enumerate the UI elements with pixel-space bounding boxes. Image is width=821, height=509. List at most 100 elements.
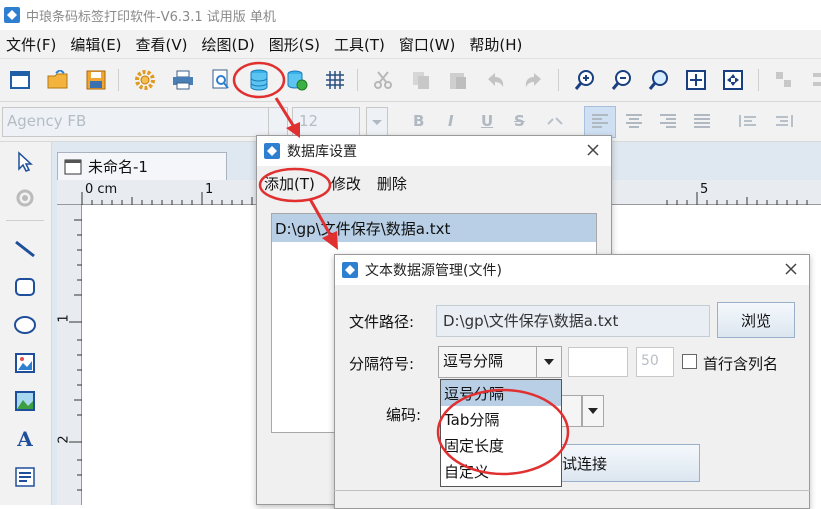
text-tool-icon[interactable]: A <box>9 423 41 455</box>
zoom-in-icon[interactable] <box>573 68 597 92</box>
file-path-field[interactable]: D:\gp\文件保存\数据a.txt <box>436 305 710 337</box>
separator-dropdown-arrow-icon[interactable] <box>536 346 562 378</box>
ellipse-tool-icon[interactable] <box>9 309 41 341</box>
strikethrough-button[interactable]: S <box>514 112 525 130</box>
line-tool-icon[interactable] <box>9 233 41 265</box>
link-icon[interactable] <box>545 112 565 130</box>
dialog-app-icon <box>264 143 280 159</box>
app-titlebar: 中琅条码标签打印软件-V6.3.1 试用版 单机 <box>0 0 821 30</box>
test-connection-button[interactable]: 测试连接 <box>540 444 700 482</box>
save-icon[interactable] <box>84 68 108 92</box>
paste-icon[interactable] <box>446 68 470 92</box>
font-size-select[interactable]: 12 <box>292 107 360 137</box>
indent-icon[interactable] <box>738 112 758 130</box>
menu-window[interactable]: 窗口(W) <box>393 34 462 55</box>
dropdown-option-tab[interactable]: Tab分隔 <box>441 406 561 432</box>
rich-text-tool-icon[interactable] <box>9 461 41 493</box>
menu-view[interactable]: 查看(V) <box>130 34 194 55</box>
add-menu-item[interactable]: 添加(T) <box>264 173 315 194</box>
app-title: 中琅条码标签打印软件-V6.3.1 试用版 单机 <box>26 9 276 25</box>
distribute-icon[interactable] <box>806 68 821 92</box>
ruler-origin-label: 0 cm <box>85 182 118 197</box>
separator-custom-input[interactable] <box>568 347 628 377</box>
open-folder-icon[interactable] <box>46 68 70 92</box>
redo-icon[interactable] <box>521 68 545 92</box>
settings-gear-icon[interactable] <box>133 68 157 92</box>
drawing-toolbar: A <box>0 142 52 505</box>
dropdown-option-comma[interactable]: 逗号分隔 <box>441 380 561 406</box>
select-arrow-icon[interactable] <box>9 146 41 178</box>
main-toolbar <box>0 58 821 102</box>
close-icon[interactable] <box>783 261 799 277</box>
italic-button[interactable]: I <box>448 112 454 130</box>
cut-icon[interactable] <box>371 68 395 92</box>
dropdown-option-custom[interactable]: 自定义 <box>441 458 561 484</box>
text-datasource-titlebar[interactable]: 文本数据源管理(文件) <box>335 255 809 285</box>
image-tool-icon[interactable] <box>9 347 41 379</box>
menu-help[interactable]: 帮助(H) <box>463 34 528 55</box>
grid-icon[interactable] <box>323 68 347 92</box>
rotate-icon[interactable] <box>9 182 41 214</box>
zoom-icon[interactable] <box>647 68 671 92</box>
align-right-icon[interactable] <box>658 112 678 130</box>
document-tab[interactable]: 未命名-1 <box>57 152 227 180</box>
align-justify-icon[interactable] <box>692 112 712 130</box>
separator-label: 分隔符号: <box>349 355 415 373</box>
text-datasource-title: 文本数据源管理(文件) <box>365 263 502 279</box>
app-logo-icon <box>4 7 20 23</box>
new-window-icon[interactable] <box>8 68 32 92</box>
delete-menu-item[interactable]: 删除 <box>377 173 407 194</box>
font-dropdown-arrow-icon[interactable] <box>268 107 288 137</box>
ruler-vmark-1: 1 <box>56 314 72 323</box>
header-row-label: 首行含列名 <box>703 355 779 373</box>
menu-file[interactable]: 文件(F) <box>0 34 62 55</box>
undo-icon[interactable] <box>484 68 508 92</box>
rounded-rect-tool-icon[interactable] <box>9 271 41 303</box>
header-row-checkbox[interactable] <box>682 354 697 369</box>
fit-window-icon[interactable] <box>721 68 745 92</box>
menu-draw[interactable]: 绘图(D) <box>196 34 261 55</box>
database-settings-menu: 添加(T) 修改 删除 <box>264 173 407 194</box>
browse-button[interactable]: 浏览 <box>717 302 795 338</box>
zoom-out-icon[interactable] <box>610 68 634 92</box>
align-left-icon[interactable] <box>590 112 610 130</box>
ruler-mark-1: 1 <box>205 182 214 197</box>
dropdown-option-fixed[interactable]: 固定长度 <box>441 432 561 458</box>
modify-menu-item[interactable]: 修改 <box>331 173 361 194</box>
print-icon[interactable] <box>171 68 195 92</box>
dialog-app-icon <box>342 262 358 278</box>
database-settings-title: 数据库设置 <box>287 144 357 160</box>
fixed-length-input[interactable]: 50 <box>636 347 674 377</box>
menu-edit[interactable]: 编辑(E) <box>64 34 127 55</box>
ruler-mark-5: 5 <box>700 182 709 197</box>
vertical-ruler: 1 2 <box>57 205 82 505</box>
encoding-label: 编码: <box>386 406 422 424</box>
separator-select[interactable]: 逗号分隔 <box>438 346 537 378</box>
copy-icon[interactable] <box>409 68 433 92</box>
encoding-select[interactable] <box>560 395 582 427</box>
database-settings-titlebar[interactable]: 数据库设置 <box>257 136 611 166</box>
list-item[interactable]: D:\gp\文件保存\数据a.txt <box>272 214 596 242</box>
database-refresh-icon[interactable] <box>285 68 309 92</box>
fit-page-icon[interactable] <box>684 68 708 92</box>
file-path-label: 文件路径: <box>349 313 415 331</box>
menubar: 文件(F) 编辑(E) 查看(V) 绘图(D) 图形(S) 工具(T) 窗口(W… <box>0 30 821 58</box>
bold-button[interactable]: B <box>413 112 424 130</box>
picture-tool-icon[interactable] <box>9 385 41 417</box>
document-tab-title: 未命名-1 <box>88 158 148 176</box>
font-size-dropdown-arrow-icon[interactable] <box>366 107 388 137</box>
menu-tools[interactable]: 工具(T) <box>328 34 391 55</box>
underline-button[interactable]: U <box>481 112 493 130</box>
database-settings-icon[interactable] <box>247 68 271 92</box>
align-object-icon[interactable] <box>772 68 796 92</box>
align-center-icon[interactable] <box>624 112 644 130</box>
outdent-icon[interactable] <box>774 112 794 130</box>
separator-dropdown-list: 逗号分隔 Tab分隔 固定长度 自定义 <box>440 379 562 487</box>
menu-shape[interactable]: 图形(S) <box>263 34 326 55</box>
close-icon[interactable] <box>585 142 601 158</box>
ruler-vmark-2: 2 <box>56 435 72 444</box>
font-family-select[interactable]: Agency FB <box>2 107 270 137</box>
dialog-divider <box>334 490 810 491</box>
encoding-dropdown-arrow-icon[interactable] <box>582 395 604 427</box>
print-preview-icon[interactable] <box>209 68 233 92</box>
